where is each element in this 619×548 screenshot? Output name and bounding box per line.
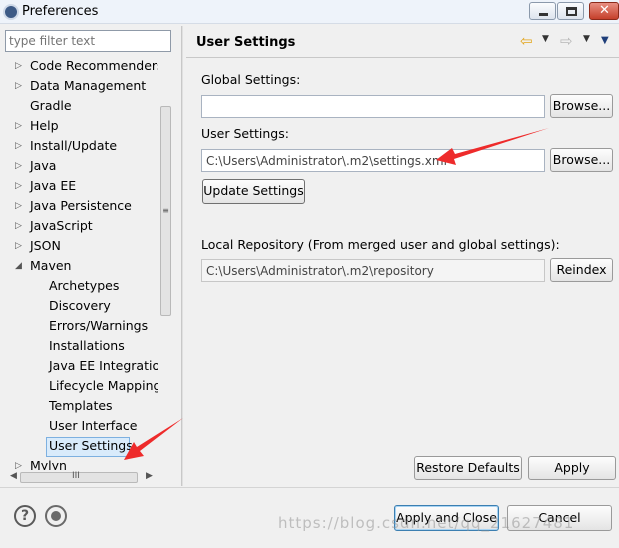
tree-item-label: Java Persistence	[30, 198, 132, 213]
user-settings-value: C:\Users\Administrator\.m2\settings.xml	[206, 154, 447, 168]
tree-item-label: Help	[30, 118, 59, 133]
scroll-grip-icon: III	[72, 471, 80, 481]
watermark-text: https://blog.csdn.net/qq_21627481	[278, 514, 575, 532]
tree-item-label: User Interface	[49, 418, 138, 433]
tree-item-label: Discovery	[49, 298, 111, 313]
tree-item-label: Java EE	[30, 178, 77, 193]
tree-item-label: Java	[30, 158, 57, 173]
apply-button[interactable]: Apply	[528, 456, 616, 480]
local-repository-value: C:\Users\Administrator\.m2\repository	[206, 264, 434, 278]
expand-arrow-icon[interactable]: ▷	[15, 216, 25, 236]
reindex-button[interactable]: Reindex	[550, 258, 613, 282]
local-repository-label: Local Repository (From merged user and g…	[201, 237, 560, 252]
expand-arrow-icon[interactable]: ▷	[15, 156, 25, 176]
expand-arrow-icon[interactable]: ▷	[15, 236, 25, 256]
help-icon[interactable]: ?	[14, 505, 36, 527]
close-button[interactable]: ✕	[589, 2, 619, 20]
tree-item-label: Lifecycle Mappings	[49, 378, 158, 393]
tree-item-label: Maven	[30, 258, 72, 273]
forward-arrow-icon[interactable]: ⇨	[560, 32, 573, 50]
tree-item-label: Java EE Integration	[49, 358, 158, 373]
restore-defaults-button[interactable]: Restore Defaults	[414, 456, 522, 480]
preferences-tree: ▷ Code Recommenders ▷ Data Management Grad…	[5, 56, 158, 470]
expand-arrow-icon[interactable]: ▷	[15, 196, 25, 216]
user-browse-button[interactable]: Browse...	[550, 148, 613, 172]
collapse-arrow-icon[interactable]: ◢	[15, 256, 25, 276]
global-settings-label: Global Settings:	[201, 72, 301, 87]
expand-arrow-icon[interactable]: ▷	[15, 116, 25, 136]
expand-arrow-icon[interactable]: ▷	[15, 456, 25, 470]
view-menu-icon[interactable]: ▼	[601, 35, 609, 46]
tree-item-label: Installations	[49, 338, 125, 353]
tree-item-label: Code Recommenders	[30, 58, 158, 73]
minimize-icon	[539, 13, 548, 16]
tree-item-label: User Settings	[49, 438, 133, 453]
forward-dropdown-icon[interactable]: ▼	[583, 34, 590, 44]
filter-input[interactable]	[9, 32, 159, 50]
user-settings-field[interactable]: C:\Users\Administrator\.m2\settings.xml	[201, 149, 545, 172]
tree-item-label: Data Management	[30, 78, 147, 93]
close-icon: ✕	[599, 3, 610, 18]
expand-arrow-icon[interactable]: ▷	[15, 136, 25, 156]
window-title: Preferences	[22, 4, 99, 19]
filter-field[interactable]	[5, 30, 171, 52]
tree-item-label: Templates	[49, 398, 113, 413]
scroll-left-icon[interactable]: ◀	[10, 471, 17, 481]
tree-item-label: Archetypes	[49, 278, 120, 293]
preferences-io-icon-dot	[51, 511, 61, 521]
user-settings-label: User Settings:	[201, 126, 289, 141]
scroll-grip-icon: ≡	[162, 206, 169, 215]
back-arrow-icon[interactable]: ⇦	[520, 32, 533, 50]
page-title: User Settings	[196, 35, 296, 50]
eclipse-icon	[3, 4, 19, 20]
update-settings-button[interactable]: Update Settings	[202, 179, 305, 204]
global-browse-button[interactable]: Browse...	[550, 94, 613, 118]
title-separator	[186, 57, 619, 58]
tree-item-label: Mylyn	[30, 458, 67, 470]
local-repository-field[interactable]: C:\Users\Administrator\.m2\repository	[201, 259, 545, 282]
minimize-button[interactable]	[529, 2, 556, 20]
maximize-button[interactable]	[557, 2, 584, 20]
expand-arrow-icon[interactable]: ▷	[15, 56, 25, 76]
maximize-icon	[566, 7, 577, 16]
expand-arrow-icon[interactable]: ▷	[15, 176, 25, 196]
tree-item-label: JSON	[30, 238, 61, 253]
tree-item-label: Install/Update	[30, 138, 118, 153]
tree-item-label: JavaScript	[30, 218, 93, 233]
footer-separator	[0, 487, 619, 488]
tree-item-label: Errors/Warnings	[49, 318, 149, 333]
expand-arrow-icon[interactable]: ▷	[15, 76, 25, 96]
panel-divider[interactable]	[181, 26, 183, 486]
scroll-right-icon[interactable]: ▶	[146, 471, 153, 481]
back-dropdown-icon[interactable]: ▼	[542, 34, 549, 44]
global-settings-field[interactable]	[201, 95, 545, 118]
tree-item-label: Gradle	[30, 98, 72, 113]
